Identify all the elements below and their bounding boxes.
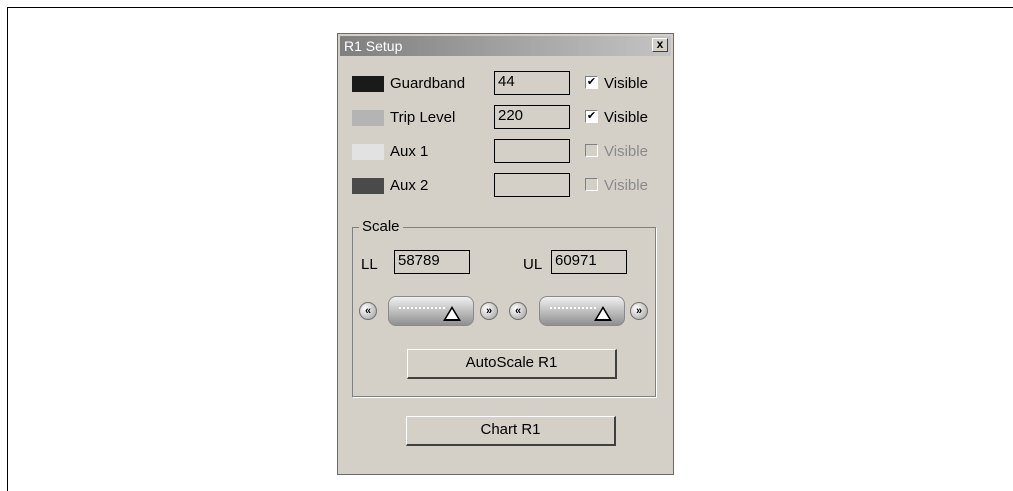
ul-slider-ticks (550, 307, 596, 309)
ll-decrease-arrow-icon[interactable]: « (359, 302, 377, 320)
guardband-visible-checkbox[interactable]: ✔ (585, 76, 598, 89)
level-row-trip-level: Trip Level 220 ✔ Visible (352, 105, 672, 131)
ll-input[interactable]: 58789 (394, 250, 470, 274)
aux-1-visible-label[interactable]: Visible (604, 143, 648, 160)
close-button[interactable]: x (652, 38, 668, 52)
title-bar: R1 Setup x (340, 36, 671, 56)
guardband-input[interactable]: 44 (494, 71, 570, 95)
aux-2-color-swatch[interactable] (352, 178, 384, 194)
ul-input[interactable]: 60971 (551, 250, 627, 274)
guardband-color-swatch[interactable] (352, 76, 384, 92)
aux-2-label: Aux 2 (390, 177, 429, 194)
trip-level-visible-checkbox[interactable]: ✔ (585, 110, 598, 123)
ll-slider[interactable] (388, 296, 474, 326)
ul-increase-arrow-icon[interactable]: » (630, 302, 648, 320)
ul-slider-thumb-icon[interactable] (594, 306, 612, 321)
ll-slider-thumb-icon[interactable] (443, 306, 461, 321)
ll-slider-ticks (399, 307, 445, 309)
aux-1-input[interactable] (494, 139, 570, 163)
level-row-aux-2: Aux 2 Visible (352, 173, 672, 199)
scale-group: Scale LL 58789 UL 60971 « » « » AutoScal… (352, 218, 656, 397)
aux-2-visible-checkbox[interactable] (585, 178, 598, 191)
trip-level-label: Trip Level (390, 109, 456, 126)
ul-label: UL (523, 256, 543, 273)
aux-1-visible-checkbox[interactable] (585, 144, 598, 157)
level-row-guardband: Guardband 44 ✔ Visible (352, 71, 672, 97)
chart-r1-button[interactable]: Chart R1 (406, 416, 616, 446)
trip-level-visible-label[interactable]: Visible (604, 109, 648, 126)
level-row-aux-1: Aux 1 Visible (352, 139, 672, 165)
ll-label: LL (361, 256, 378, 273)
guardband-label: Guardband (390, 75, 466, 92)
trip-level-color-swatch[interactable] (352, 110, 384, 126)
ul-slider[interactable] (539, 296, 625, 326)
autoscale-r1-button[interactable]: AutoScale R1 (407, 349, 617, 379)
aux-2-visible-label[interactable]: Visible (604, 177, 648, 194)
ll-increase-arrow-icon[interactable]: » (480, 302, 498, 320)
trip-level-input[interactable]: 220 (494, 105, 570, 129)
guardband-visible-label[interactable]: Visible (604, 75, 648, 92)
ul-decrease-arrow-icon[interactable]: « (509, 302, 527, 320)
dialog-title: R1 Setup (344, 38, 403, 54)
r1-setup-dialog: R1 Setup x Guardband 44 ✔ Visible Trip L… (337, 33, 674, 475)
aux-2-input[interactable] (494, 173, 570, 197)
aux-1-color-swatch[interactable] (352, 144, 384, 160)
scale-legend: Scale (359, 218, 403, 235)
aux-1-label: Aux 1 (390, 143, 429, 160)
